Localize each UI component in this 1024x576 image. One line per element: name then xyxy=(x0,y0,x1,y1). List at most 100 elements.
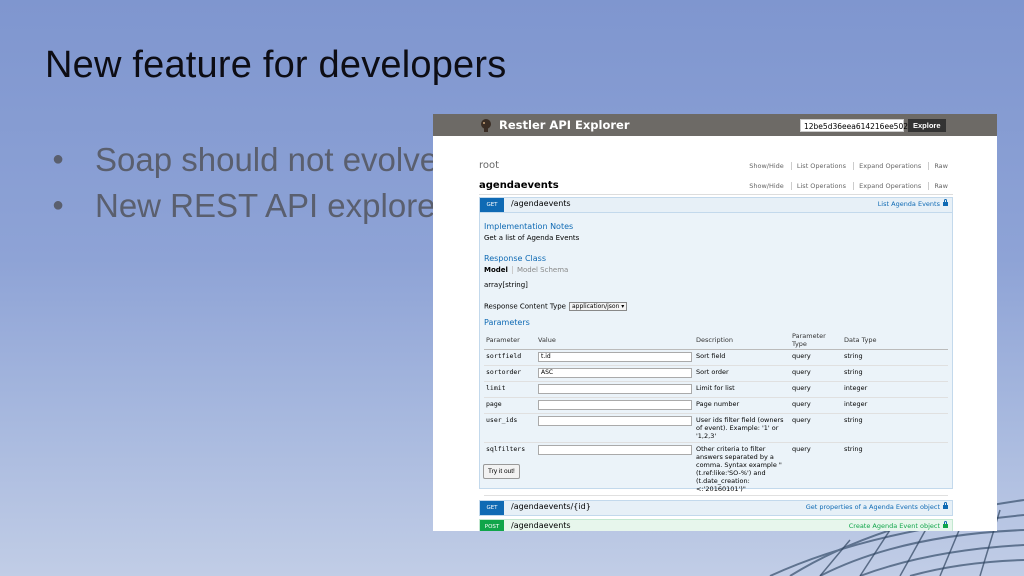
param-description: Page number xyxy=(694,397,790,414)
param-value-input[interactable] xyxy=(538,445,692,455)
operation-header[interactable]: POST /agendaevents Create Agenda Event o… xyxy=(479,519,953,531)
param-name: page xyxy=(484,397,536,414)
content-type-value: application/json xyxy=(572,303,620,310)
operation-path[interactable]: /agendaevents/{id} xyxy=(511,502,591,511)
list-operations-link[interactable]: List Operations xyxy=(790,162,852,170)
list-operations-link[interactable]: List Operations xyxy=(790,182,852,190)
param-data-type: integer xyxy=(842,397,948,414)
operation-summary-text: Get properties of a Agenda Events object xyxy=(805,503,940,511)
expand-operations-link[interactable]: Expand Operations xyxy=(853,182,927,190)
table-row: page Page number query integer xyxy=(484,397,948,414)
bullet-text: Soap should not evolve xyxy=(95,141,439,178)
parameters-table: Parameter Value Description Parameter Ty… xyxy=(484,331,948,496)
parameters-heading: Parameters xyxy=(484,318,530,327)
api-key-input[interactable]: 12be5d36eea614216ee502517 xyxy=(800,119,922,132)
param-type: query xyxy=(790,381,842,398)
param-value-cell: ASC xyxy=(536,365,694,382)
lock-icon xyxy=(943,521,948,528)
operation-get-agendaevent-by-id: GET /agendaevents/{id} Get properties of… xyxy=(479,500,953,516)
operation-body: Implementation Notes Get a list of Agend… xyxy=(479,213,953,496)
param-description: Sort field xyxy=(694,349,790,366)
param-data-type: string xyxy=(842,365,948,382)
param-data-type: string xyxy=(842,413,948,443)
operation-list-agendaevents: GET /agendaevents List Agenda Events Imp… xyxy=(479,197,953,496)
param-type: query xyxy=(790,442,842,496)
param-data-type: integer xyxy=(842,381,948,398)
column-header: Parameter Type xyxy=(790,331,842,350)
content-type-select[interactable]: application/json ▾ xyxy=(569,302,628,311)
table-row: limit Limit for list query integer xyxy=(484,381,948,398)
response-class-heading: Response Class xyxy=(484,254,547,263)
operation-create-agendaevent: POST /agendaevents Create Agenda Event o… xyxy=(479,519,953,531)
response-content-type-label: Response Content Type xyxy=(484,302,566,311)
model-schema-tab[interactable]: Model Schema xyxy=(511,266,569,274)
root-resource-row: root Show/Hide List Operations Expand Op… xyxy=(479,160,953,174)
bullet-list: ● Soap should not evolve ● New REST API ex… xyxy=(52,140,447,232)
agendaevents-resource-title[interactable]: agendaevents xyxy=(479,180,559,191)
param-value-input[interactable]: t.id xyxy=(538,352,692,362)
operation-summary-text: Create Agenda Event object xyxy=(848,522,940,530)
bullet-icon: ● xyxy=(52,194,65,217)
param-value-cell xyxy=(536,381,694,398)
operation-summary[interactable]: List Agenda Events xyxy=(877,199,948,208)
http-method-badge: GET xyxy=(480,198,504,212)
param-data-type: string xyxy=(842,442,948,496)
explore-button[interactable]: Explore xyxy=(908,119,946,132)
param-description: Limit for list xyxy=(694,381,790,398)
param-value-cell xyxy=(536,397,694,414)
table-row: sortfield t.id Sort field query string xyxy=(484,349,948,366)
param-value-input[interactable] xyxy=(538,384,692,394)
param-type: query xyxy=(790,413,842,443)
lock-icon xyxy=(943,199,948,206)
param-type: query xyxy=(790,397,842,414)
restler-logo-icon xyxy=(481,119,491,132)
lock-icon xyxy=(943,502,948,509)
table-row: sqlfilters Other criteria to filter answ… xyxy=(484,442,948,496)
column-header: Value xyxy=(536,331,694,350)
param-value-cell: t.id xyxy=(536,349,694,366)
explorer-header: Restler API Explorer 12be5d36eea614216ee… xyxy=(433,114,997,136)
column-header: Description xyxy=(694,331,790,350)
root-resource-title[interactable]: root xyxy=(479,160,499,171)
operation-path[interactable]: /agendaevents xyxy=(511,521,571,530)
bullet-item: ● New REST API explorer xyxy=(52,186,447,232)
param-description: Other criteria to filter answers separat… xyxy=(694,442,790,496)
operation-summary[interactable]: Get properties of a Agenda Events object xyxy=(805,502,948,511)
param-name: limit xyxy=(484,381,536,398)
agendaevents-resource-row: agendaevents Show/Hide List Operations E… xyxy=(479,180,953,195)
column-header: Data Type xyxy=(842,331,948,350)
bullet-text: New REST API explorer xyxy=(95,187,447,224)
table-header-row: Parameter Value Description Parameter Ty… xyxy=(484,331,948,350)
param-description: User ids filter field (owners of event).… xyxy=(694,413,790,443)
response-type: array[string] xyxy=(484,281,528,289)
param-type: query xyxy=(790,349,842,366)
operation-header[interactable]: GET /agendaevents List Agenda Events xyxy=(479,197,953,213)
slide-title: New feature for developers xyxy=(45,44,507,86)
expand-operations-link[interactable]: Expand Operations xyxy=(853,162,927,170)
param-value-input[interactable]: ASC xyxy=(538,368,692,378)
http-method-badge: POST xyxy=(480,520,504,531)
param-name: user_ids xyxy=(484,413,536,443)
raw-link[interactable]: Raw xyxy=(928,182,953,190)
raw-link[interactable]: Raw xyxy=(928,162,953,170)
param-name: sortfield xyxy=(484,349,536,366)
operation-summary-text: List Agenda Events xyxy=(877,200,940,208)
table-row: sortorder ASC Sort order query string xyxy=(484,365,948,382)
http-method-badge: GET xyxy=(480,501,504,515)
table-row: user_ids User ids filter field (owners o… xyxy=(484,413,948,443)
model-tabs: Model Model Schema xyxy=(484,266,569,274)
try-it-out-button[interactable]: Try it out! xyxy=(483,464,520,479)
bullet-item: ● Soap should not evolve xyxy=(52,140,447,186)
param-value-cell xyxy=(536,413,694,443)
param-value-input[interactable] xyxy=(538,416,692,426)
operation-path[interactable]: /agendaevents xyxy=(511,199,571,208)
operation-header[interactable]: GET /agendaevents/{id} Get properties of… xyxy=(479,500,953,516)
model-tab[interactable]: Model xyxy=(484,266,508,274)
param-type: query xyxy=(790,365,842,382)
param-value-input[interactable] xyxy=(538,400,692,410)
explorer-brand: Restler API Explorer xyxy=(499,118,630,132)
operation-summary[interactable]: Create Agenda Event object xyxy=(848,521,948,530)
show-hide-link[interactable]: Show/Hide xyxy=(744,162,789,170)
param-name: sortorder xyxy=(484,365,536,382)
show-hide-link[interactable]: Show/Hide xyxy=(744,182,789,190)
